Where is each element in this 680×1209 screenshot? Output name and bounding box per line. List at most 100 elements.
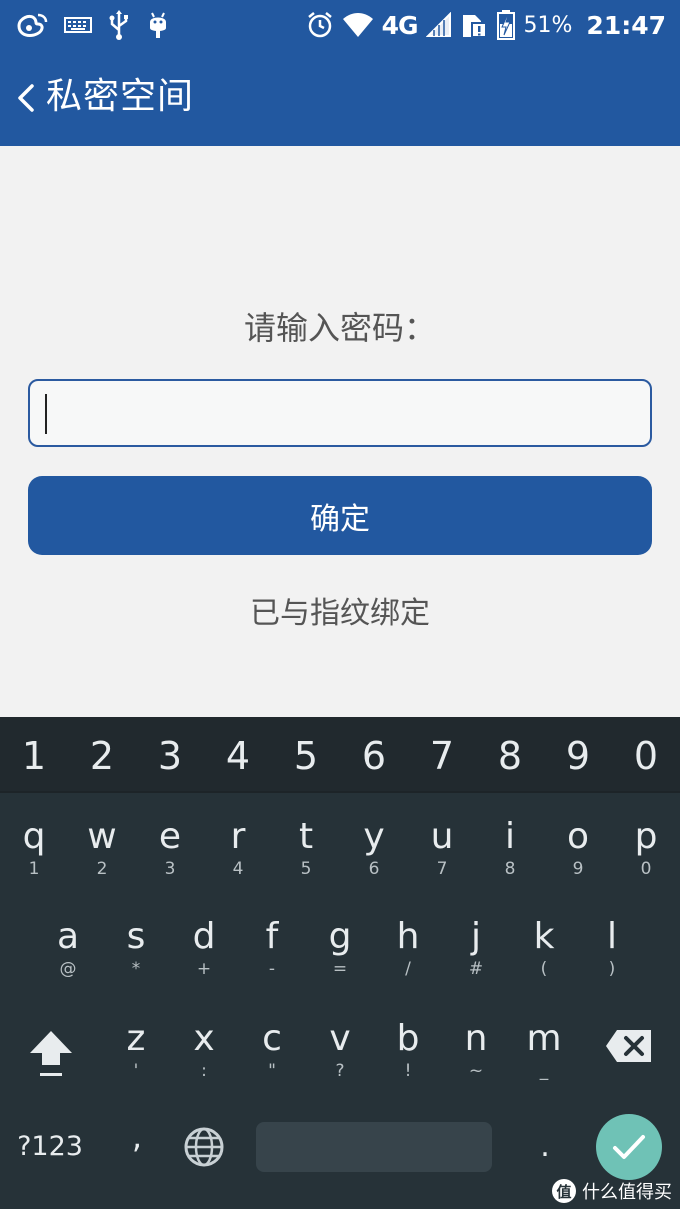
key-e[interactable]: e3	[136, 815, 204, 879]
key-label: j	[470, 916, 481, 957]
chevron-left-icon[interactable]	[10, 78, 40, 118]
password-prompt: 请输入密码：	[243, 309, 436, 347]
key-hint: 6	[368, 859, 380, 879]
password-input[interactable]	[28, 379, 652, 447]
shift-icon[interactable]	[26, 1027, 76, 1081]
key-hint: -	[268, 959, 276, 979]
key-label: u	[430, 816, 454, 857]
key-k[interactable]: k(	[510, 915, 578, 979]
key-hint: '	[133, 1061, 139, 1081]
globe-icon[interactable]	[182, 1125, 226, 1169]
weibo-icon	[17, 13, 48, 37]
key-hint: _	[539, 1061, 549, 1081]
key-hint: :	[201, 1061, 207, 1081]
key-1[interactable]: 1	[0, 731, 68, 781]
symbols-key[interactable]: ?123	[14, 1127, 86, 1167]
key-label: o	[566, 816, 590, 857]
battery-percent: 51%	[523, 12, 573, 38]
key-w[interactable]: w2	[68, 815, 136, 879]
key-hint: =	[332, 959, 348, 979]
key-0[interactable]: 0	[612, 731, 680, 781]
key-c[interactable]: c "	[238, 1017, 306, 1081]
key-label: f	[265, 916, 279, 957]
backspace-icon[interactable]	[605, 1029, 653, 1063]
key-9[interactable]: 9	[544, 731, 612, 781]
key-j[interactable]: j #	[442, 915, 510, 979]
key-hint: /	[405, 959, 411, 979]
key-label: v	[329, 1018, 351, 1059]
key-hint: ?	[335, 1061, 345, 1081]
key-s[interactable]: s *	[102, 915, 170, 979]
key-hint: 2	[96, 859, 108, 879]
key-label: h	[396, 916, 420, 957]
confirm-button[interactable]: 确定	[28, 476, 652, 555]
enter-button[interactable]	[596, 1114, 662, 1180]
comma-key[interactable]: ,	[122, 1117, 152, 1157]
key-t[interactable]: t5	[272, 815, 340, 879]
key-hint: 0	[640, 859, 652, 879]
key-4[interactable]: 4	[204, 731, 272, 781]
key-l[interactable]: l)	[578, 915, 646, 979]
alarm-icon	[307, 12, 332, 38]
key-z[interactable]: z '	[102, 1017, 170, 1081]
key-7[interactable]: 7	[408, 731, 476, 781]
key-u[interactable]: u7	[408, 815, 476, 879]
text-cursor	[45, 394, 47, 434]
key-hint: 3	[164, 859, 176, 879]
key-label: e	[158, 816, 182, 857]
key-q[interactable]: q1	[0, 815, 68, 879]
key-label: w	[87, 816, 117, 857]
key-b[interactable]: b!	[374, 1017, 442, 1081]
key-hint: #	[468, 959, 484, 979]
key-5[interactable]: 5	[272, 731, 340, 781]
key-label: g	[328, 916, 352, 957]
clock: 21:47	[586, 10, 666, 40]
space-bar[interactable]	[256, 1122, 492, 1172]
key-x[interactable]: x:	[170, 1017, 238, 1081]
key-label: d	[192, 916, 216, 957]
key-label: t	[298, 816, 314, 857]
key-i[interactable]: i8	[476, 815, 544, 879]
key-label: k	[533, 916, 555, 957]
key-hint: @	[59, 959, 77, 979]
key-label: a	[56, 916, 80, 957]
key-label: z	[126, 1018, 146, 1059]
key-2[interactable]: 2	[68, 731, 136, 781]
key-a[interactable]: a @	[34, 915, 102, 979]
key-m[interactable]: m _	[510, 1017, 578, 1081]
key-8[interactable]: 8	[476, 731, 544, 781]
key-y[interactable]: y6	[340, 815, 408, 879]
key-g[interactable]: g =	[306, 915, 374, 979]
watermark-text: 什么值得买	[582, 1182, 672, 1203]
usb-icon	[109, 10, 128, 40]
key-label: y	[363, 816, 385, 857]
status-icons-left	[16, 8, 170, 42]
key-r[interactable]: r4	[204, 815, 272, 879]
key-label: q	[22, 816, 46, 857]
key-d[interactable]: d +	[170, 915, 238, 979]
android-icon	[150, 12, 166, 38]
key-hint: 1	[28, 859, 40, 879]
app-bar: 私密空间	[0, 50, 680, 146]
key-label: p	[634, 816, 658, 857]
key-label: n	[464, 1018, 488, 1059]
watermark: 值 什么值得买	[552, 1178, 672, 1204]
period-key[interactable]: .	[530, 1127, 560, 1167]
key-hint: +	[196, 959, 212, 979]
number-row: 1 2 3 4 5 6 7 8 9 0	[0, 717, 680, 793]
key-label: m	[526, 1018, 562, 1059]
key-6[interactable]: 6	[340, 731, 408, 781]
key-f[interactable]: f-	[238, 915, 306, 979]
key-label: r	[230, 816, 246, 857]
key-n[interactable]: n ~	[442, 1017, 510, 1081]
key-hint: )	[608, 959, 616, 979]
key-h[interactable]: h /	[374, 915, 442, 979]
key-label: b	[396, 1018, 420, 1059]
key-label: x	[193, 1018, 215, 1059]
key-v[interactable]: v?	[306, 1017, 374, 1081]
page-title: 私密空间	[46, 76, 195, 117]
key-3[interactable]: 3	[136, 731, 204, 781]
key-hint: 5	[300, 859, 312, 879]
key-p[interactable]: p0	[612, 815, 680, 879]
key-o[interactable]: o9	[544, 815, 612, 879]
